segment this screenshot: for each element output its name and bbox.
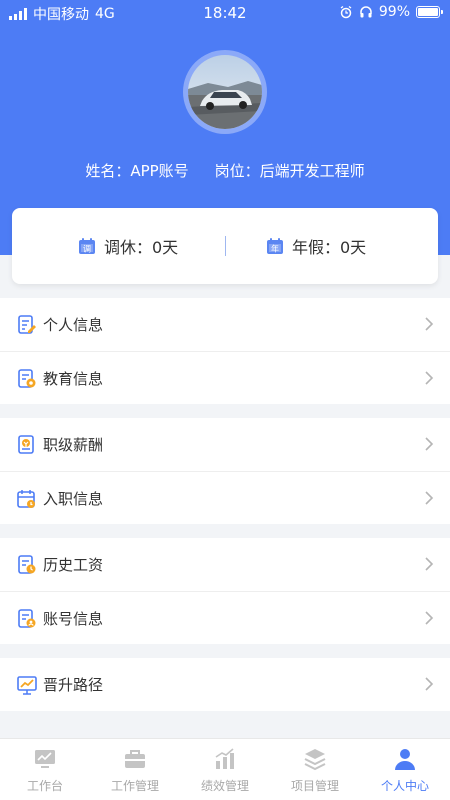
menu-item-salary-history[interactable]: 历史工资 (0, 538, 450, 591)
calendar-icon-char: 调 (83, 245, 91, 254)
annual-leave-label: 年假：0天 (292, 238, 367, 257)
menu-item-label: 入职信息 (43, 490, 104, 508)
menu-item-label: 晋升路径 (43, 676, 104, 694)
salary-grade-icon (18, 435, 34, 454)
calendar-icon: 年 (267, 238, 283, 254)
tab-personal-center[interactable]: 个人中心 (360, 739, 450, 800)
employee-name: 姓名：APP账号 (85, 162, 189, 180)
bottom-tab-bar: 工作台 工作管理 绩效管理 项目管理 个人中心 (0, 738, 450, 800)
tab-project-management[interactable]: 项目管理 (270, 739, 360, 800)
menu-item-personal-info[interactable]: 个人信息 (0, 298, 450, 351)
layers-icon (304, 749, 326, 771)
promotion-chart-icon (17, 676, 37, 695)
comp-time-label: 调休：0天 (104, 238, 179, 257)
bar-chart-icon (215, 748, 234, 769)
history-salary-icon (18, 555, 36, 574)
chevron-right-icon (425, 677, 434, 691)
leave-balance-card: 调 调休：0天 年 年假：0天 (12, 208, 438, 284)
menu-item-label: 教育信息 (43, 370, 104, 388)
calendar-icon: 调 (79, 238, 95, 254)
chevron-right-icon (425, 491, 434, 505)
tab-label: 绩效管理 (200, 779, 249, 793)
menu-item-label: 职级薪酬 (43, 436, 104, 454)
battery-percent: 99% (378, 4, 410, 20)
menu-item-promotion-path[interactable]: 晋升路径 (0, 658, 450, 711)
briefcase-icon (125, 750, 145, 768)
menu-item-education-info[interactable]: 教育信息 (0, 351, 450, 404)
tab-label: 个人中心 (380, 779, 429, 793)
divider (225, 236, 226, 256)
menu-item-salary-grade[interactable]: 职级薪酬 (0, 418, 450, 471)
employee-position: 岗位：后端开发工程师 (214, 162, 365, 180)
menu-group: 个人信息 教育信息 (0, 298, 450, 404)
tab-label: 工作管理 (110, 779, 159, 793)
menu-group: 历史工资 账号信息 (0, 538, 450, 644)
tab-workbench[interactable]: 工作台 (0, 739, 90, 800)
avatar-photo (188, 55, 262, 129)
avatar[interactable] (183, 50, 267, 134)
comp-time-balance[interactable]: 调 调休：0天 (78, 234, 178, 258)
battery-icon (416, 6, 443, 18)
alarm-icon (340, 5, 352, 19)
edit-doc-icon (18, 315, 36, 334)
chevron-right-icon (425, 371, 434, 385)
tab-label: 项目管理 (290, 779, 339, 793)
menu-item-onboarding-info[interactable]: 入职信息 (0, 471, 450, 524)
tab-performance-management[interactable]: 绩效管理 (180, 739, 270, 800)
dashboard-icon (35, 750, 55, 768)
menu-group: 职级薪酬 入职信息 (0, 418, 450, 524)
education-icon (18, 369, 36, 388)
menu-item-label: 个人信息 (43, 316, 104, 334)
calendar-icon-char: 年 (271, 244, 279, 254)
annual-leave-balance[interactable]: 年 年假：0天 (266, 234, 366, 258)
chevron-right-icon (425, 437, 434, 451)
status-bar: 中国移动 4G 18:42 99% (0, 0, 450, 26)
tab-work-management[interactable]: 工作管理 (90, 739, 180, 800)
profile-info: 姓名：APP账号 岗位：后端开发工程师 (0, 160, 450, 181)
chevron-right-icon (425, 557, 434, 571)
person-icon (395, 749, 415, 770)
onboarding-icon (17, 490, 35, 508)
account-icon (18, 609, 36, 628)
menu-group: 晋升路径 (0, 658, 450, 711)
chevron-right-icon (425, 611, 434, 625)
tab-label: 工作台 (26, 779, 63, 793)
chevron-right-icon (425, 317, 434, 331)
menu-item-label: 账号信息 (43, 610, 104, 628)
menu-item-label: 历史工资 (43, 556, 104, 574)
headphones-icon (360, 6, 372, 18)
menu-item-account-info[interactable]: 账号信息 (0, 591, 450, 644)
